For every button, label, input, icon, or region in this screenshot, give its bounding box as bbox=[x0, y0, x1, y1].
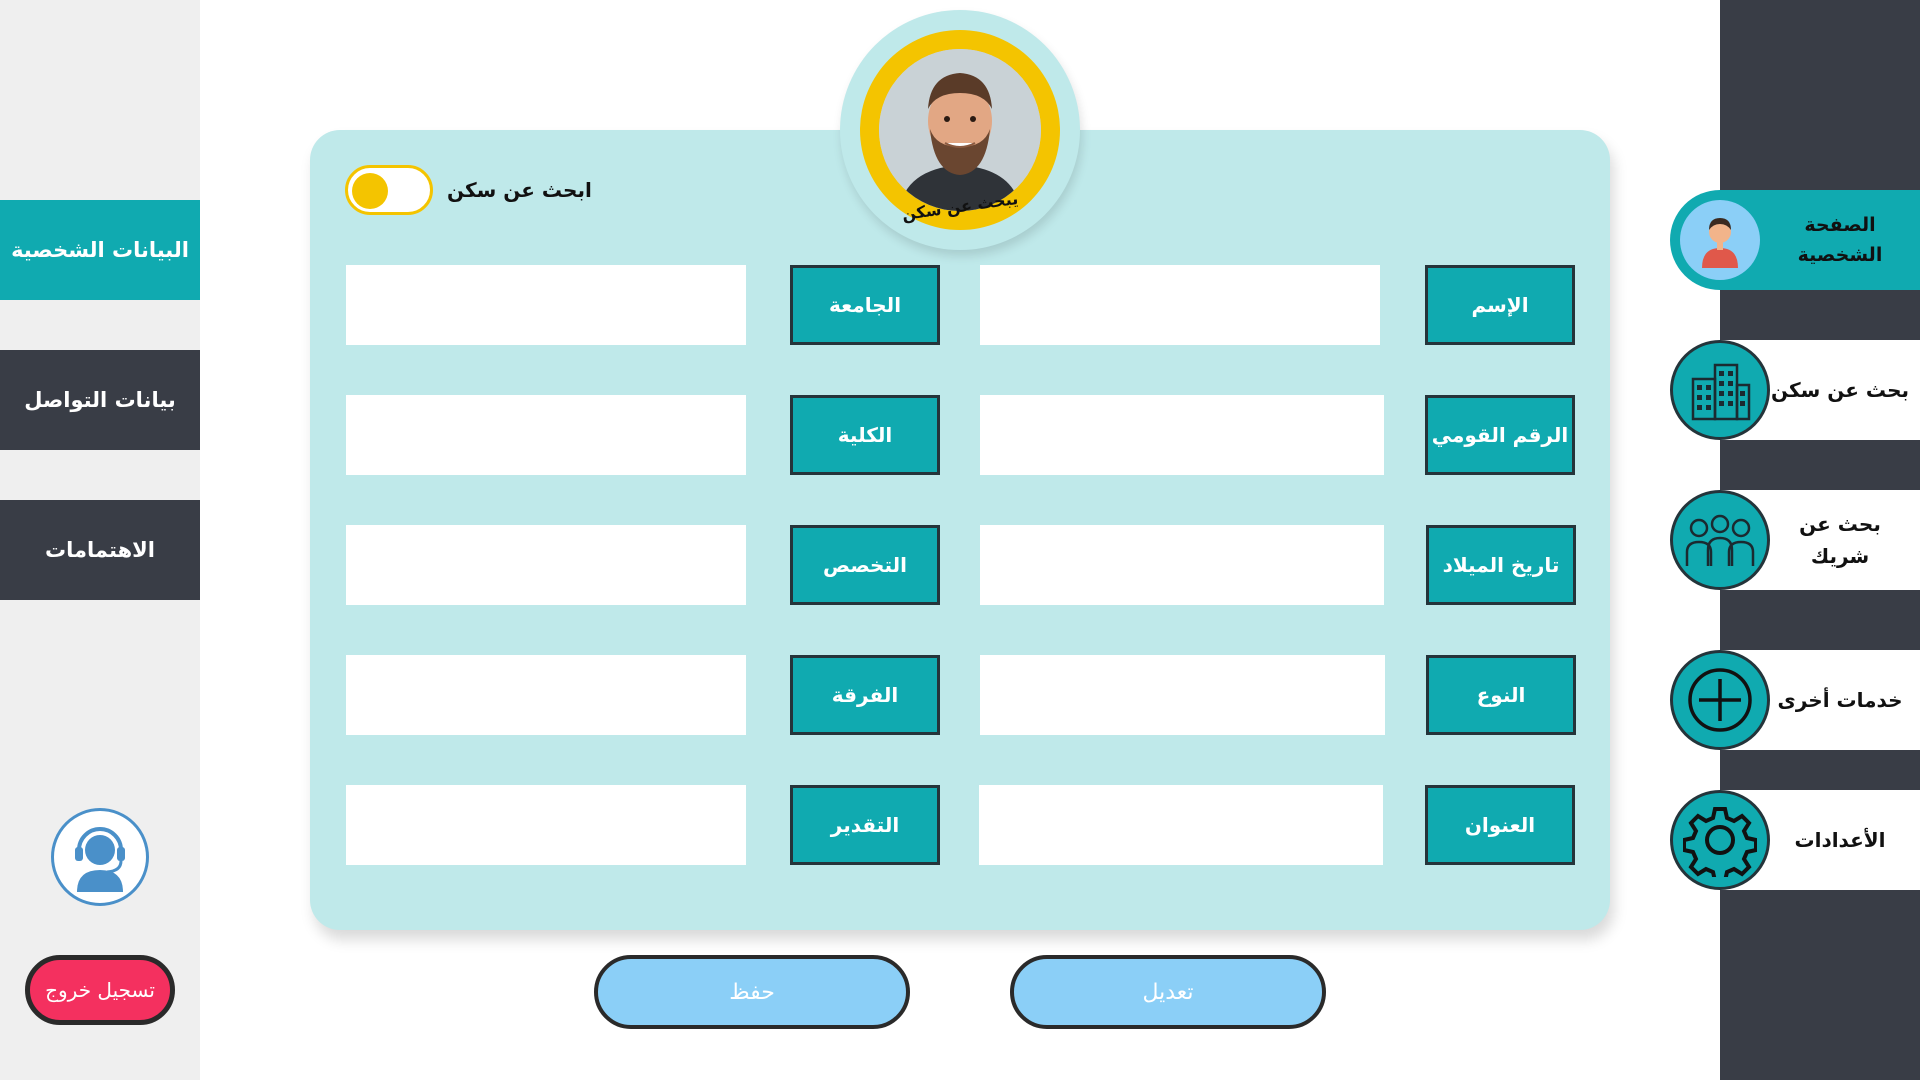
profile-photo bbox=[879, 49, 1041, 211]
field-label-faculty: الكلية bbox=[790, 395, 940, 475]
nav-profile-label: الصفحة الشخصية bbox=[1797, 213, 1883, 266]
field-label-address: العنوان bbox=[1425, 785, 1575, 865]
field-label-year: الفرقة bbox=[790, 655, 940, 735]
headset-support-icon bbox=[75, 827, 125, 892]
field-label-university: الجامعة bbox=[790, 265, 940, 345]
people-group-icon bbox=[1685, 514, 1755, 566]
national-id-input[interactable] bbox=[980, 395, 1384, 475]
housing-search-toggle[interactable] bbox=[345, 165, 433, 215]
university-input[interactable] bbox=[346, 265, 746, 345]
birth-date-input[interactable] bbox=[980, 525, 1384, 605]
nav-services-label: خدمات أخرى bbox=[1777, 688, 1903, 712]
nav-partner-icon-wrap bbox=[1670, 490, 1770, 590]
housing-search-toggle-row: ابحث عن سكن bbox=[345, 165, 605, 215]
tab-interests[interactable]: الاهتمامات bbox=[0, 500, 200, 600]
person-photo-icon bbox=[879, 49, 1041, 211]
gear-icon bbox=[1683, 807, 1757, 877]
nav-housing-label: بحث عن سكن bbox=[1771, 378, 1909, 402]
tab-personal-data[interactable]: البيانات الشخصية bbox=[0, 200, 200, 300]
toggle-label: ابحث عن سكن bbox=[447, 178, 592, 202]
nav-partner-label: بحث عن شريك bbox=[1799, 512, 1881, 568]
app-root: البيانات الشخصية بيانات التواصل الاهتمام… bbox=[0, 0, 1920, 1080]
faculty-input[interactable] bbox=[346, 395, 746, 475]
address-input[interactable] bbox=[979, 785, 1383, 865]
major-input[interactable] bbox=[346, 525, 746, 605]
tab-contact-data[interactable]: بيانات التواصل bbox=[0, 350, 200, 450]
field-label-name: الإسم bbox=[1425, 265, 1575, 345]
grade-input[interactable] bbox=[346, 785, 746, 865]
field-label-major: التخصص bbox=[790, 525, 940, 605]
nav-settings-icon-wrap bbox=[1670, 790, 1770, 890]
field-label-national-id: الرقم القومي bbox=[1425, 395, 1575, 475]
support-button[interactable] bbox=[51, 808, 149, 906]
nav-profile-icon-wrap bbox=[1680, 200, 1760, 280]
toggle-knob bbox=[352, 173, 388, 209]
plus-circle-icon bbox=[1688, 668, 1752, 732]
field-label-birth-date: تاريخ الميلاد bbox=[1426, 525, 1576, 605]
buildings-icon bbox=[1691, 363, 1751, 421]
nav-settings-label: الأعدادات bbox=[1794, 828, 1886, 852]
edit-button[interactable]: تعديل bbox=[1010, 955, 1326, 1029]
nav-housing-icon-wrap bbox=[1670, 340, 1770, 440]
field-label-gender: النوع bbox=[1426, 655, 1576, 735]
user-avatar-icon bbox=[1702, 218, 1738, 268]
profile-avatar: يبحث عن سكن bbox=[840, 10, 1080, 250]
logout-button[interactable]: تسجيل خروج bbox=[25, 955, 175, 1025]
nav-services-icon-wrap bbox=[1670, 650, 1770, 750]
name-input[interactable] bbox=[980, 265, 1380, 345]
save-button[interactable]: حفظ bbox=[594, 955, 910, 1029]
year-input[interactable] bbox=[346, 655, 746, 735]
field-label-grade: التقدير bbox=[790, 785, 940, 865]
gender-input[interactable] bbox=[980, 655, 1385, 735]
avatar-ring: يبحث عن سكن bbox=[860, 30, 1060, 230]
